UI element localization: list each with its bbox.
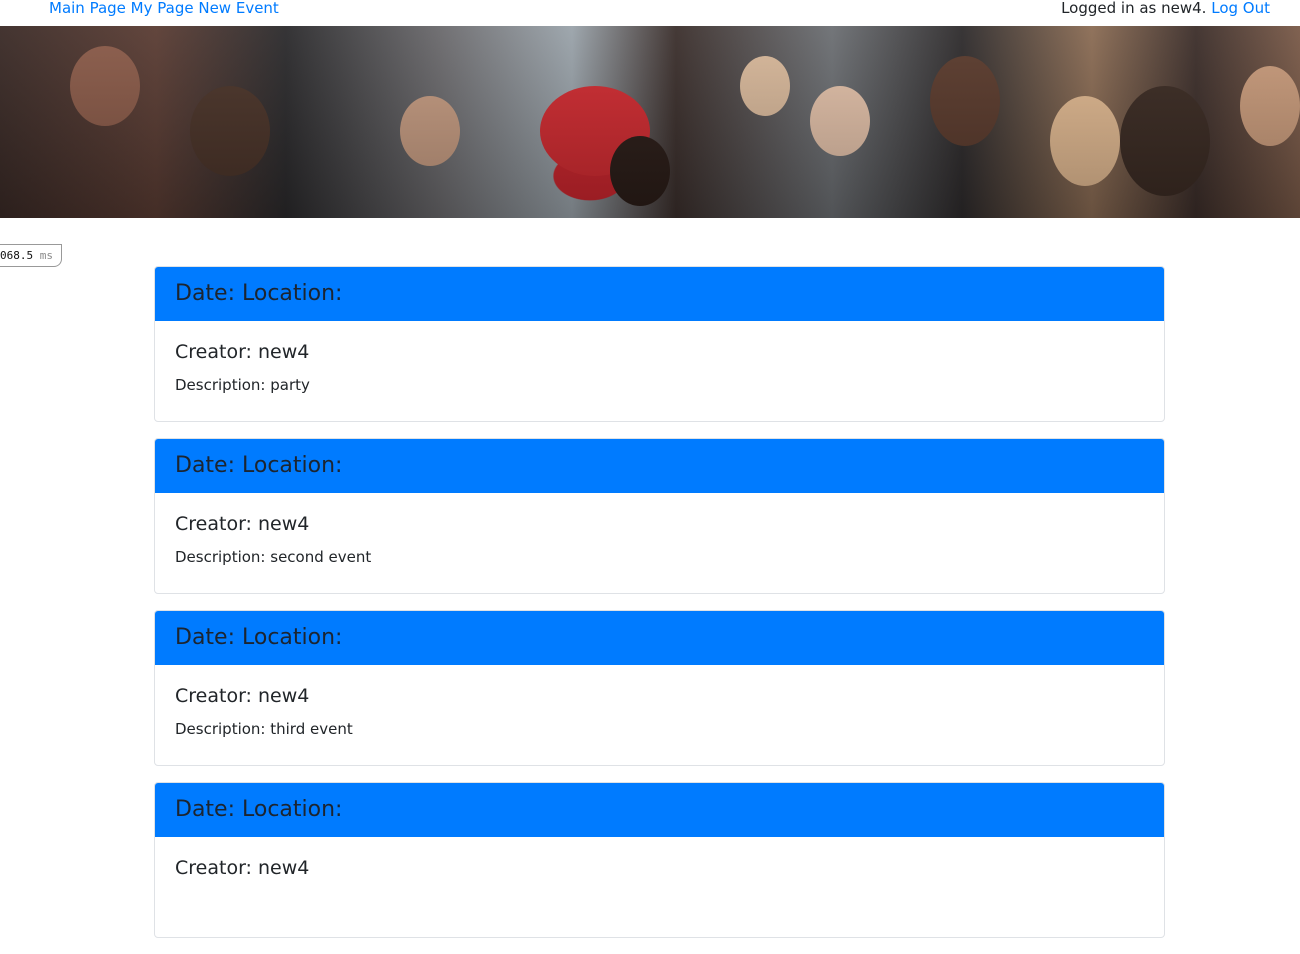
top-navigation: Main Page My Page New Event Logged in as… <box>0 0 1300 26</box>
event-card: Date: Location: Creator: new4 Descriptio… <box>154 438 1165 594</box>
event-creator: Creator: new4 <box>175 685 310 707</box>
event-card-header: Date: Location: <box>155 783 1164 837</box>
event-list: Date: Location: Creator: new4 Descriptio… <box>154 266 1165 954</box>
event-description: Description: third event <box>175 720 353 738</box>
nav-links: Main Page My Page New Event <box>49 0 279 17</box>
event-card-header: Date: Location: <box>155 439 1164 493</box>
event-card-body: Creator: new4 Description: second event <box>155 493 1164 567</box>
timer-badge: 068.5 ms <box>0 244 62 267</box>
event-creator: Creator: new4 <box>175 341 310 363</box>
main-page-link[interactable]: Main Page <box>49 0 126 17</box>
banner-image <box>0 26 1300 218</box>
new-event-link[interactable]: New Event <box>198 0 278 17</box>
my-page-link[interactable]: My Page <box>131 0 194 17</box>
event-creator: Creator: new4 <box>175 513 310 535</box>
timer-value: 068.5 <box>0 249 34 262</box>
event-card-body: Creator: new4 Description: party <box>155 321 1164 395</box>
event-description: Description: party <box>175 376 310 394</box>
logged-in-text: Logged in as new4. <box>1061 0 1207 17</box>
event-card: Date: Location: Creator: new4 Descriptio… <box>154 266 1165 422</box>
log-out-link[interactable]: Log Out <box>1211 0 1270 17</box>
event-description: Description: second event <box>175 548 372 566</box>
user-status: Logged in as new4. Log Out <box>1061 0 1270 17</box>
event-card-body: Creator: new4 Description: third event <box>155 665 1164 739</box>
event-creator: Creator: new4 <box>175 857 310 879</box>
timer-unit: ms <box>39 249 53 262</box>
event-card-header: Date: Location: <box>155 267 1164 321</box>
event-card: Date: Location: Creator: new4 Descriptio… <box>154 610 1165 766</box>
event-card-header: Date: Location: <box>155 611 1164 665</box>
event-card: Date: Location: Creator: new4 <box>154 782 1165 938</box>
event-card-body: Creator: new4 <box>155 837 1164 880</box>
